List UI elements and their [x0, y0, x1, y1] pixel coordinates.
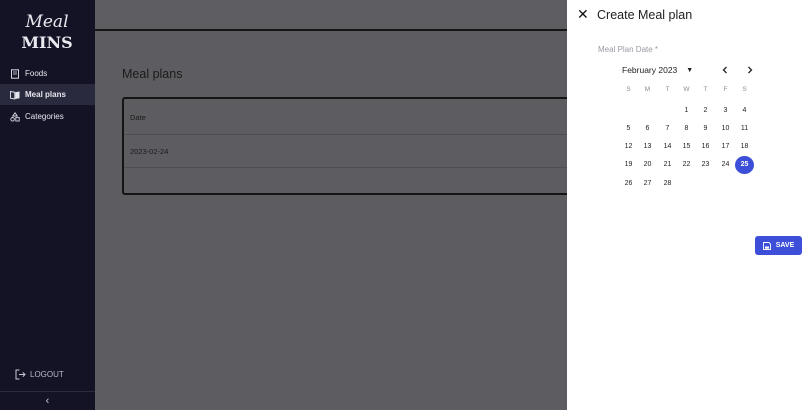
- calendar-day[interactable]: 11: [735, 119, 754, 137]
- logout-label: LOGOUT: [30, 370, 64, 379]
- calendar-day[interactable]: 7: [658, 119, 677, 137]
- weekday-header: S: [742, 86, 747, 93]
- calendar-day[interactable]: 10: [716, 119, 735, 137]
- calendar-day[interactable]: 20: [638, 156, 657, 174]
- table-row[interactable]: 2023-02-24: [130, 147, 168, 156]
- calendar-day[interactable]: 8: [677, 119, 696, 137]
- book-icon: [11, 68, 19, 79]
- drawer-title: Create Meal plan: [597, 8, 693, 22]
- calendar-day[interactable]: 13: [638, 138, 657, 156]
- svg-text:Meal: Meal: [24, 12, 68, 32]
- calendar-day-selected[interactable]: 25: [735, 155, 754, 174]
- calendar-day[interactable]: 2: [696, 101, 715, 119]
- meal-plan-date-label: Meal Plan Date *: [598, 45, 659, 54]
- table-divider: [124, 134, 580, 135]
- create-meal-plan-drawer: ✕ Create Meal plan Meal Plan Date * Febr…: [567, 0, 806, 410]
- calendar-day[interactable]: 6: [638, 119, 657, 137]
- calendar-day[interactable]: 27: [638, 174, 657, 192]
- sidebar-item-foods[interactable]: Foods: [0, 63, 95, 84]
- calendar-day[interactable]: 28: [658, 174, 677, 192]
- calendar-day[interactable]: 26: [619, 174, 638, 192]
- calendar-day[interactable]: 19: [619, 156, 638, 174]
- calendar-day[interactable]: 24: [716, 156, 735, 174]
- sidebar: Meal MINS Foods Meal plans Categories LO…: [0, 0, 95, 410]
- sidebar-item-label: Categories: [25, 112, 64, 121]
- save-label: SAVE: [775, 242, 795, 249]
- logout-icon: [15, 369, 26, 380]
- category-icon: [10, 111, 20, 122]
- calendar-day[interactable]: 14: [658, 138, 677, 156]
- calendar-day[interactable]: 15: [677, 138, 696, 156]
- table-divider: [124, 167, 580, 168]
- menu-book-icon: [10, 90, 20, 100]
- calendar-day[interactable]: 16: [696, 138, 715, 156]
- month-year-selector[interactable]: February 2023 ▼: [622, 65, 693, 75]
- meal-plans-table: Date 2023-02-24: [122, 97, 582, 195]
- svg-text:MINS: MINS: [21, 33, 72, 52]
- sidebar-item-label: Foods: [25, 69, 48, 78]
- meal-mins-logo[interactable]: Meal MINS: [14, 10, 80, 52]
- save-button[interactable]: SAVE: [755, 236, 802, 255]
- previous-month-button[interactable]: [719, 64, 731, 76]
- collapse-sidebar-button[interactable]: ‹: [0, 391, 95, 410]
- weekday-header: F: [723, 86, 728, 93]
- calendar-day[interactable]: 4: [735, 101, 754, 119]
- chevron-right-icon: [748, 66, 753, 74]
- calendar-day[interactable]: 17: [716, 138, 735, 156]
- weekday-header: T: [703, 86, 708, 93]
- calendar-day[interactable]: 1: [677, 101, 696, 119]
- calendar-day[interactable]: 23: [696, 156, 715, 174]
- next-month-button[interactable]: [744, 64, 756, 76]
- sidebar-item-meal-plans[interactable]: Meal plans: [0, 84, 95, 105]
- calendar-day[interactable]: 12: [619, 138, 638, 156]
- caret-down-icon: ▼: [686, 66, 694, 74]
- calendar-day[interactable]: 5: [619, 119, 638, 137]
- chevron-left-icon: ‹: [45, 395, 50, 407]
- logout-button[interactable]: LOGOUT: [15, 369, 64, 380]
- weekday-header: W: [683, 86, 690, 93]
- sidebar-item-categories[interactable]: Categories: [0, 106, 95, 127]
- calendar-day[interactable]: 22: [677, 156, 696, 174]
- calendar-day[interactable]: 18: [735, 138, 754, 156]
- weekday-header: S: [626, 86, 631, 93]
- sidebar-item-label: Meal plans: [25, 90, 66, 99]
- column-header-date[interactable]: Date: [130, 113, 146, 122]
- calendar-day[interactable]: 21: [658, 156, 677, 174]
- top-app-bar: [95, 0, 567, 31]
- chevron-left-icon: [722, 66, 727, 74]
- weekday-header: T: [665, 86, 670, 93]
- month-label: February 2023: [622, 65, 678, 75]
- close-icon[interactable]: ✕: [577, 6, 591, 22]
- calendar-day[interactable]: 9: [696, 119, 715, 137]
- page-title: Meal plans: [122, 67, 183, 81]
- weekday-header: M: [644, 86, 651, 93]
- save-icon: [762, 241, 771, 250]
- calendar-day[interactable]: 3: [716, 101, 735, 119]
